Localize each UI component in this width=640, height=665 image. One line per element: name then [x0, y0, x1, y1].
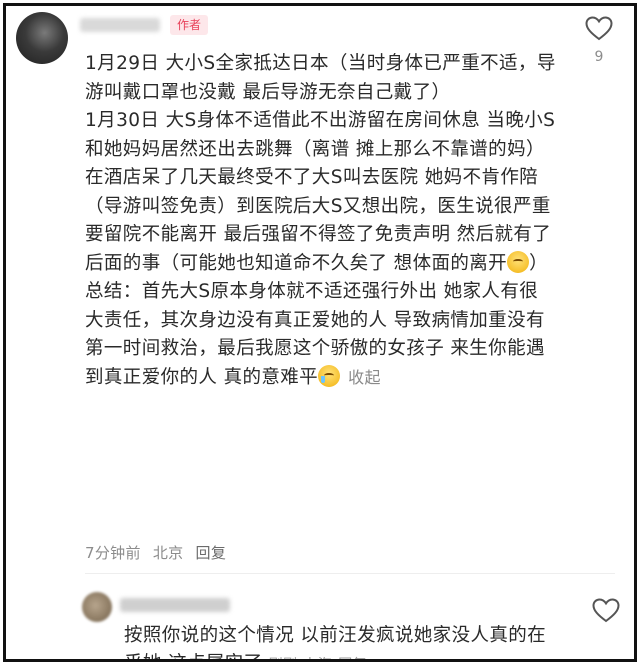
like-control: [592, 598, 620, 627]
like-count: 9: [594, 49, 604, 65]
comment-time: 7分钟前: [85, 544, 141, 562]
avatar[interactable]: [16, 12, 68, 64]
heart-outline-icon[interactable]: [592, 598, 620, 627]
comment-paragraph-tail: ）: [529, 252, 548, 274]
username-blurred[interactable]: [80, 18, 160, 32]
crying-face-emoji-icon: [318, 364, 341, 387]
comment-divider: [85, 573, 615, 574]
reply-button[interactable]: 回复: [196, 544, 227, 562]
comment-time: 刚刚: [269, 657, 298, 659]
heart-outline-icon[interactable]: [584, 16, 614, 41]
comment-paragraph: 1月29日 大小S全家抵达日本（当时身体已严重不适，导游叫戴口罩也没戴 最后导游…: [85, 53, 556, 103]
screenshot-frame: 作者 1月29日 大小S全家抵达日本（当时身体已严重不适，导游叫戴口罩也没戴 最…: [3, 3, 637, 662]
reply-comment-text: 按照你说的这个情况 以前汪发疯说她家没人真的在乎她 这点属实了刚刚上海回复: [124, 622, 564, 659]
comment-paragraph-text: 在酒店呆了几天最终受不了大S叫去医院 她妈不肯作陪（导游叫签免责）到医院后大S又…: [85, 167, 552, 274]
reply-comment-meta: 刚刚 上海 回复: [269, 657, 373, 659]
reply-button[interactable]: 回复: [338, 657, 367, 659]
avatar[interactable]: [82, 592, 112, 622]
comment-location: 北京: [152, 544, 184, 562]
username-blurred[interactable]: [120, 598, 230, 612]
pensive-face-emoji-icon: [507, 250, 530, 273]
comment-location: 上海: [303, 657, 332, 659]
author-badge: 作者: [170, 15, 209, 35]
comment-summary-text: 总结：首先大S原本身体就不适还强行外出 她家人有很大责任，其次身边没有真正爱她的…: [85, 281, 545, 388]
comment-meta: 7分钟前 北京 回复: [85, 542, 233, 563]
comment-paragraph: 1月30日 大S身体不适借此不出游留在房间休息 当晚小S和她妈妈居然还出去跳舞（…: [85, 110, 556, 160]
comment-paragraph: 总结：首先大S原本身体就不适还强行外出 她家人有很大责任，其次身边没有真正爱她的…: [85, 278, 557, 392]
like-control: 9: [584, 16, 614, 65]
comment-paragraph: 在酒店呆了几天最终受不了大S叫去医院 她妈不肯作陪（导游叫签免责）到医院后大S又…: [85, 164, 557, 278]
collapse-button[interactable]: 收起: [348, 368, 381, 387]
comment-text: 1月29日 大小S全家抵达日本（当时身体已严重不适，导游叫戴口罩也没戴 最后导游…: [85, 50, 557, 392]
